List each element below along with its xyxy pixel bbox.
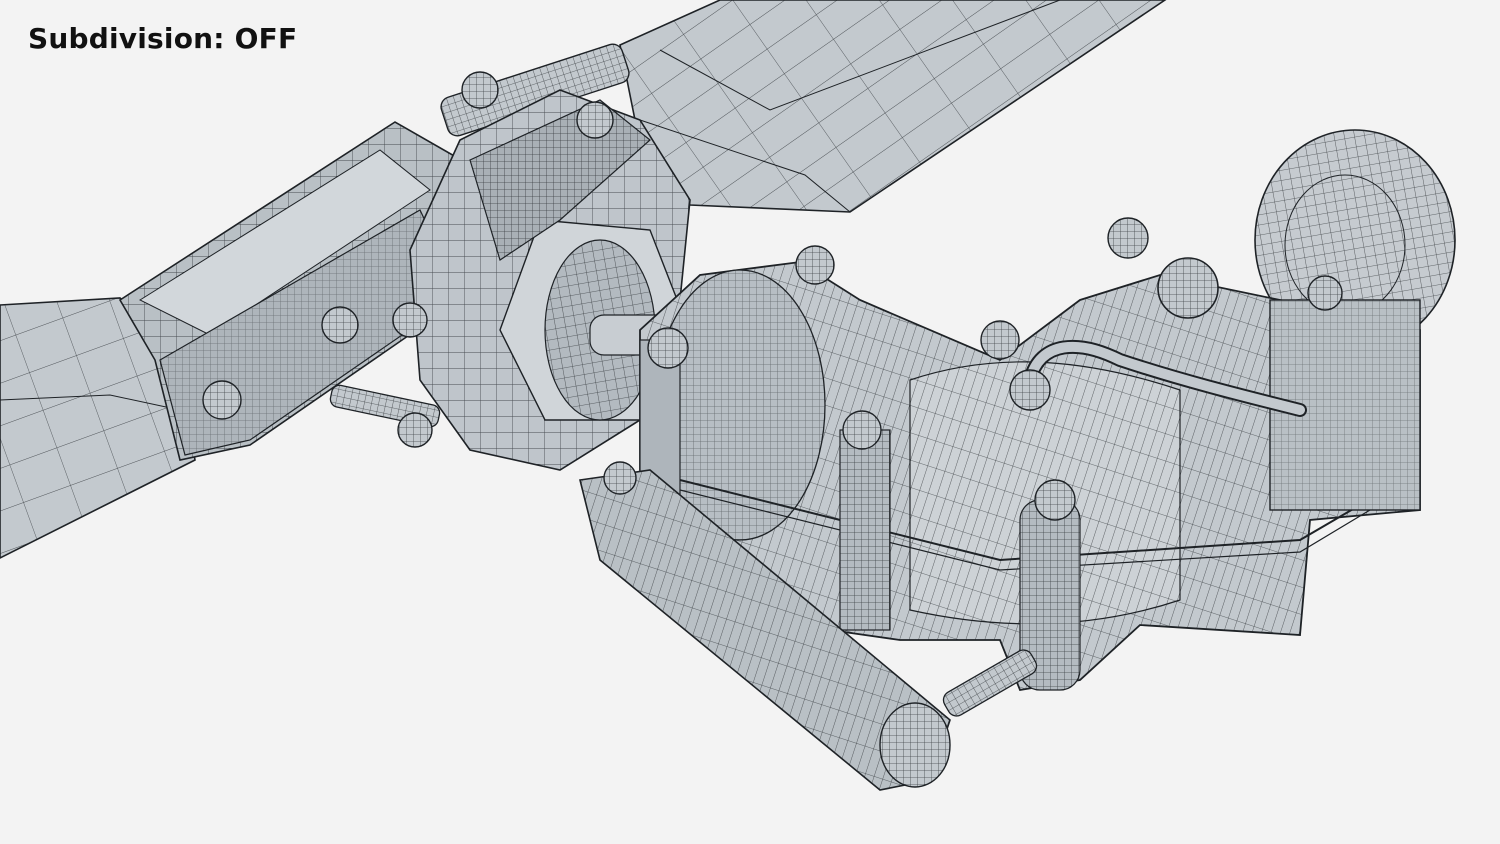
bolt-icon	[1034, 479, 1076, 521]
bolt-icon	[603, 461, 637, 495]
bolt-icon	[980, 320, 1020, 360]
bolt-icon	[1107, 217, 1149, 259]
bolt-icon	[1009, 369, 1051, 411]
subdivision-status-label: Subdivision: OFF	[28, 22, 298, 55]
bolt-icon	[795, 245, 835, 285]
bolt-icon	[202, 380, 242, 420]
rotor-blade-right	[619, 0, 1167, 213]
bolt-icon	[392, 302, 428, 338]
bolt-icon	[1307, 275, 1343, 311]
bolt-icon	[1157, 257, 1219, 319]
bolt-icon	[576, 101, 614, 139]
bolt-icon	[647, 327, 689, 369]
bolt-icon	[321, 306, 359, 344]
bolt-icon	[461, 71, 499, 109]
wireframe-render-viewport	[0, 0, 1456, 791]
bolt-icon	[397, 412, 433, 448]
bolt-icon	[842, 410, 882, 450]
